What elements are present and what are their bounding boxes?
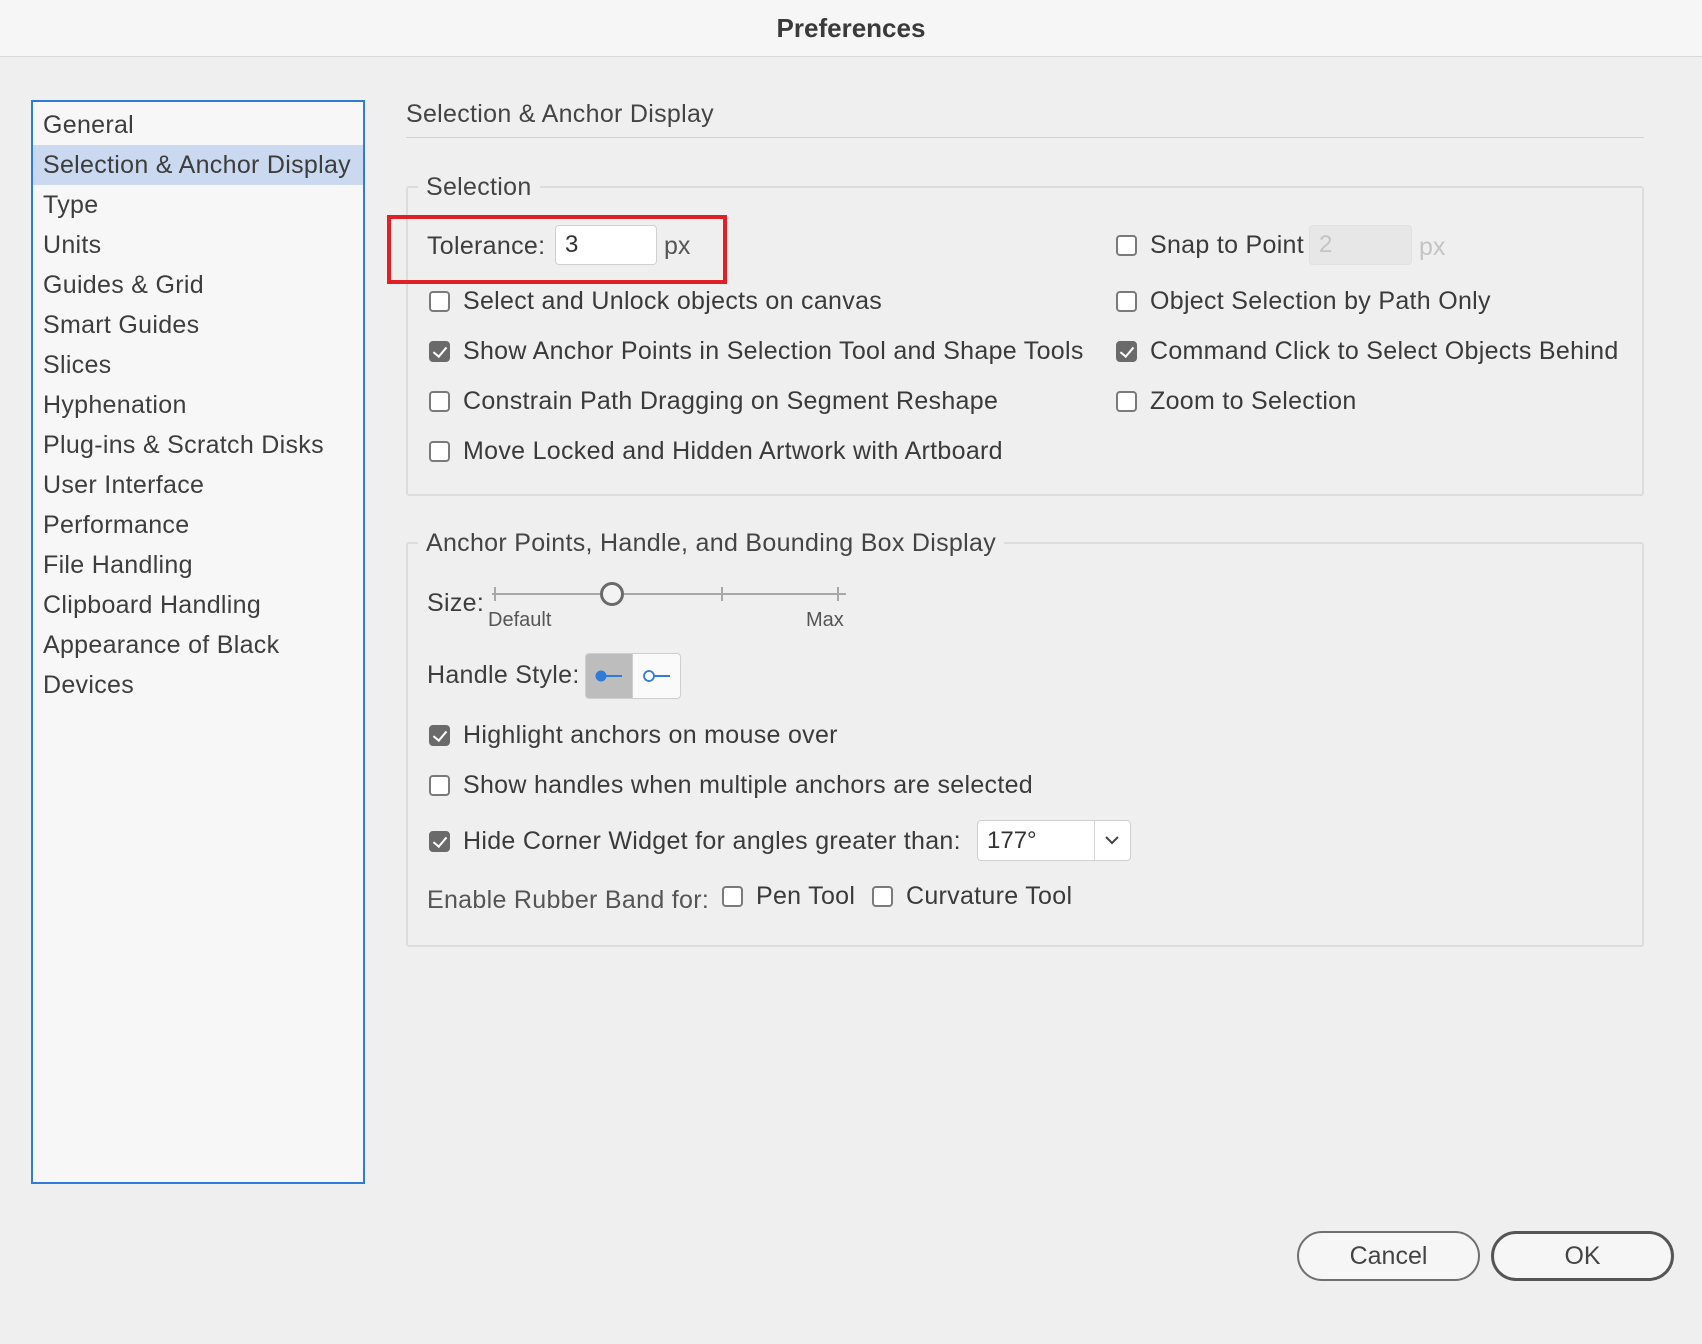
sidebar-item-general[interactable]: General bbox=[33, 105, 363, 145]
checkbox-box[interactable] bbox=[429, 830, 450, 852]
selection-legend: Selection bbox=[418, 173, 540, 202]
zoom-to-selection-checkbox[interactable]: Zoom to Selection bbox=[1116, 384, 1357, 418]
hide-corner-widget-checkbox[interactable]: Hide Corner Widget for angles greater th… bbox=[429, 824, 961, 858]
show-anchor-points-checkbox[interactable]: Show Anchor Points in Selection Tool and… bbox=[429, 334, 1084, 368]
show-handles-checkbox[interactable]: Show handles when multiple anchors are s… bbox=[429, 768, 1033, 802]
highlight-anchors-label: Highlight anchors on mouse over bbox=[463, 720, 838, 749]
checkbox-box[interactable] bbox=[872, 885, 893, 907]
curvature-tool-checkbox[interactable]: Curvature Tool bbox=[872, 879, 1072, 913]
sidebar-item-guides-grid[interactable]: Guides & Grid bbox=[33, 265, 363, 305]
panel-heading: Selection & Anchor Display bbox=[406, 100, 714, 128]
select-unlock-checkbox[interactable]: Select and Unlock objects on canvas bbox=[429, 284, 882, 318]
object-selection-path-checkbox[interactable]: Object Selection by Path Only bbox=[1116, 284, 1491, 318]
show-handles-label: Show handles when multiple anchors are s… bbox=[463, 770, 1033, 799]
sidebar-item-user-interface[interactable]: User Interface bbox=[33, 465, 363, 505]
checkbox-box[interactable] bbox=[429, 290, 450, 312]
tolerance-highlight bbox=[387, 215, 727, 284]
checkbox-box[interactable] bbox=[429, 390, 450, 412]
checkbox-box[interactable] bbox=[1116, 340, 1137, 362]
anchor-display-legend: Anchor Points, Handle, and Bounding Box … bbox=[418, 529, 1004, 558]
category-list[interactable]: General Selection & Anchor Display Type … bbox=[31, 100, 365, 1184]
corner-angle-dropdown[interactable]: 177° bbox=[977, 820, 1131, 861]
sidebar-item-clipboard-handling[interactable]: Clipboard Handling bbox=[33, 585, 363, 625]
sidebar-item-smart-guides[interactable]: Smart Guides bbox=[33, 305, 363, 345]
sidebar-item-type[interactable]: Type bbox=[33, 185, 363, 225]
slider-tick bbox=[494, 587, 496, 601]
command-click-label: Command Click to Select Objects Behind bbox=[1150, 336, 1619, 365]
snap-to-point-label: Snap to Point bbox=[1150, 230, 1305, 259]
snap-to-point-input: 2 bbox=[1309, 225, 1412, 265]
size-slider-track[interactable] bbox=[492, 593, 846, 595]
chevron-down-icon[interactable] bbox=[1101, 829, 1123, 851]
sidebar-item-slices[interactable]: Slices bbox=[33, 345, 363, 385]
command-click-checkbox[interactable]: Command Click to Select Objects Behind bbox=[1116, 334, 1619, 368]
constrain-path-label: Constrain Path Dragging on Segment Resha… bbox=[463, 386, 999, 415]
handle-solid-icon bbox=[595, 670, 622, 682]
checkbox-box[interactable] bbox=[1116, 290, 1137, 312]
handle-style-hollow-button[interactable] bbox=[632, 653, 681, 699]
snap-unit: px bbox=[1419, 233, 1446, 261]
sidebar-item-performance[interactable]: Performance bbox=[33, 505, 363, 545]
move-locked-checkbox[interactable]: Move Locked and Hidden Artwork with Artb… bbox=[429, 434, 1003, 468]
slider-tick bbox=[721, 587, 723, 601]
heading-divider bbox=[406, 137, 1644, 138]
rubber-band-label: Enable Rubber Band for: bbox=[427, 886, 710, 914]
select-unlock-label: Select and Unlock objects on canvas bbox=[463, 286, 883, 315]
size-default-label: Default bbox=[488, 609, 552, 631]
handle-style-solid-button[interactable] bbox=[585, 653, 633, 699]
hide-corner-widget-label: Hide Corner Widget for angles greater th… bbox=[463, 826, 961, 855]
size-slider-knob[interactable] bbox=[600, 582, 624, 606]
size-label: Size: bbox=[427, 589, 485, 617]
ok-button[interactable]: OK bbox=[1491, 1231, 1674, 1281]
window-title: Preferences bbox=[0, 0, 1702, 57]
sidebar-item-hyphenation[interactable]: Hyphenation bbox=[33, 385, 363, 425]
handle-hollow-icon bbox=[642, 670, 670, 682]
size-max-label: Max bbox=[806, 609, 844, 631]
slider-tick bbox=[837, 587, 839, 601]
object-selection-path-label: Object Selection by Path Only bbox=[1150, 286, 1491, 315]
sidebar-item-selection-anchor-display[interactable]: Selection & Anchor Display bbox=[33, 145, 363, 185]
zoom-to-selection-label: Zoom to Selection bbox=[1150, 386, 1357, 415]
pen-tool-checkbox[interactable]: Pen Tool bbox=[722, 879, 855, 913]
show-anchor-points-label: Show Anchor Points in Selection Tool and… bbox=[463, 336, 1084, 365]
dropdown-divider bbox=[1094, 821, 1095, 860]
checkbox-box[interactable] bbox=[429, 340, 450, 362]
highlight-anchors-checkbox[interactable]: Highlight anchors on mouse over bbox=[429, 718, 838, 752]
checkbox-box[interactable] bbox=[1116, 390, 1137, 412]
checkbox-box[interactable] bbox=[429, 440, 450, 462]
curvature-tool-label: Curvature Tool bbox=[906, 881, 1073, 910]
corner-angle-value: 177° bbox=[987, 827, 1037, 854]
sidebar-item-units[interactable]: Units bbox=[33, 225, 363, 265]
checkbox-box[interactable] bbox=[429, 774, 450, 796]
sidebar-item-appearance-of-black[interactable]: Appearance of Black bbox=[33, 625, 363, 665]
cancel-button[interactable]: Cancel bbox=[1297, 1231, 1480, 1281]
sidebar-item-plugins-scratch-disks[interactable]: Plug-ins & Scratch Disks bbox=[33, 425, 363, 465]
sidebar-item-devices[interactable]: Devices bbox=[33, 665, 363, 705]
checkbox-box[interactable] bbox=[429, 724, 450, 746]
handle-style-label: Handle Style: bbox=[427, 661, 580, 689]
pen-tool-label: Pen Tool bbox=[756, 881, 856, 910]
preferences-window: Preferences General Selection & Anchor D… bbox=[0, 0, 1702, 1344]
sidebar-item-file-handling[interactable]: File Handling bbox=[33, 545, 363, 585]
checkbox-box[interactable] bbox=[722, 885, 743, 907]
snap-to-point-checkbox[interactable]: Snap to Point bbox=[1116, 228, 1304, 262]
constrain-path-checkbox[interactable]: Constrain Path Dragging on Segment Resha… bbox=[429, 384, 998, 418]
checkbox-box[interactable] bbox=[1116, 234, 1137, 256]
move-locked-label: Move Locked and Hidden Artwork with Artb… bbox=[463, 436, 1003, 465]
